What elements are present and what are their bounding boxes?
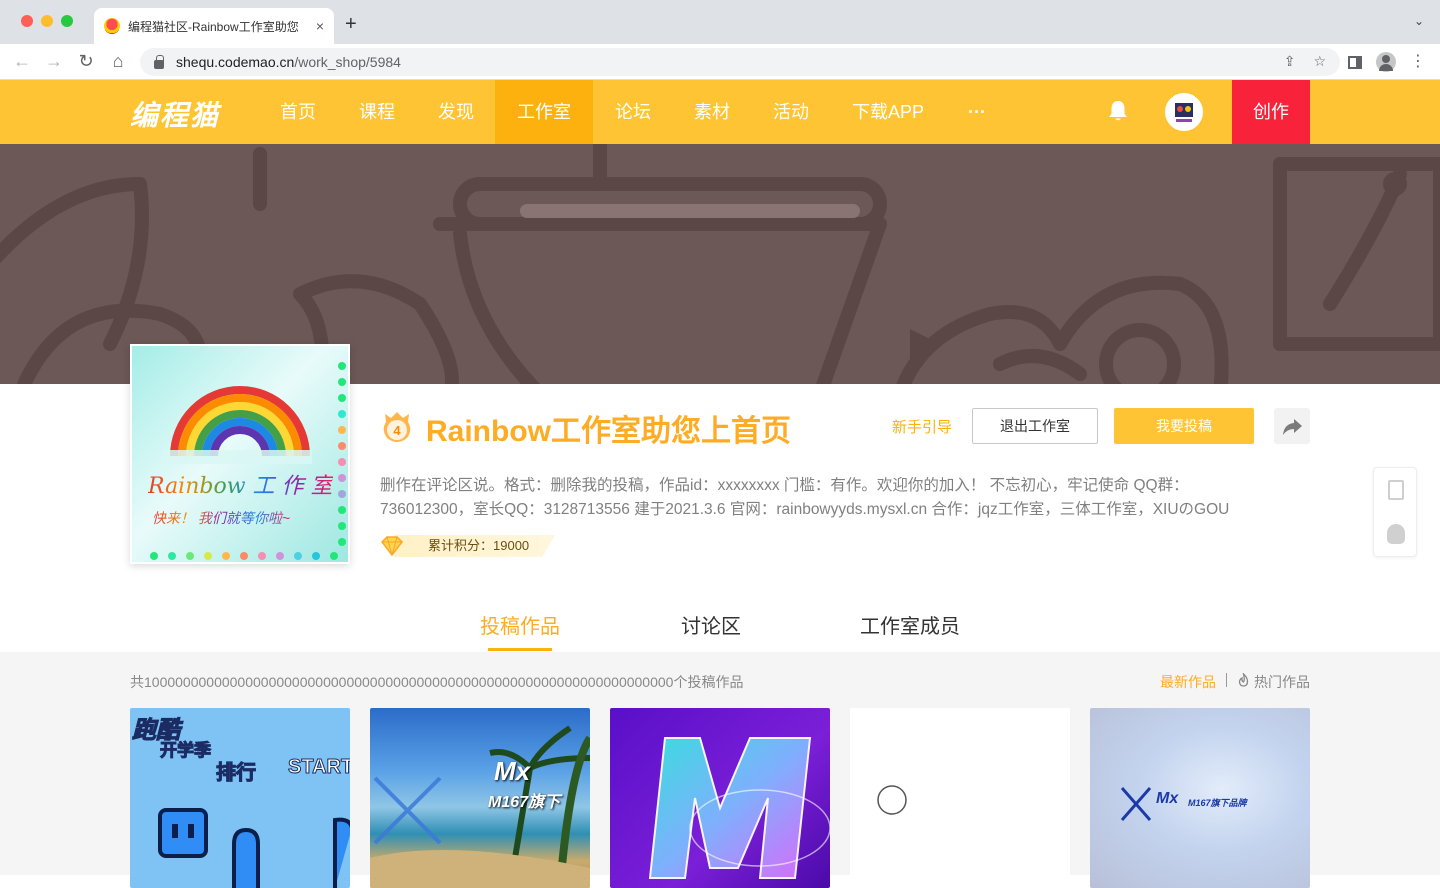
- browser-extensions: ⋮: [1348, 52, 1426, 72]
- address-bar[interactable]: shequ.codemao.cn /work_shop/5984 ⇪ ☆: [140, 48, 1340, 76]
- submit-work-button[interactable]: 我要投稿: [1114, 408, 1254, 444]
- work-card-text: Mx: [1156, 790, 1179, 807]
- back-icon[interactable]: ←: [11, 51, 33, 72]
- cover-title: Rainbow 工 作 室: [148, 468, 333, 500]
- browser-tab[interactable]: 编程猫社区-Rainbow工作室助您 ×: [94, 8, 334, 44]
- browser-menu-icon[interactable]: ⋮: [1410, 54, 1426, 70]
- studio-level-badge-icon: 4: [383, 412, 411, 442]
- side-panel-icon[interactable]: [1348, 55, 1362, 69]
- new-tab-button[interactable]: +: [345, 13, 357, 36]
- browser-tab-bar: 编程猫社区-Rainbow工作室助您 × + ⌄: [0, 0, 1440, 44]
- nav-materials[interactable]: 素材: [676, 80, 748, 144]
- work-thumbnail-art: [158, 808, 350, 888]
- url-host: shequ.codemao.cn: [176, 54, 295, 70]
- bookmark-star-icon[interactable]: ☆: [1313, 53, 1326, 70]
- cover-subtitle: 快来！ 我们就等你啦~: [152, 510, 291, 526]
- reload-icon[interactable]: ↻: [75, 51, 97, 72]
- work-card-text: Mx: [494, 756, 531, 786]
- nav-download-app[interactable]: 下载APP: [845, 80, 931, 144]
- studio-title: Rainbow工作室助您上首页: [426, 415, 791, 448]
- share-page-icon[interactable]: ⇪: [1284, 53, 1296, 70]
- works-section: 共100000000000000000000000000000000000000…: [0, 652, 1440, 888]
- nav-studio[interactable]: 工作室: [495, 80, 593, 144]
- site-header: 编程猫 首页 课程 发现 工作室 论坛 素材 活动 下载APP ···: [0, 80, 1440, 144]
- work-card[interactable]: [850, 708, 1070, 888]
- sort-divider: [1226, 673, 1227, 687]
- tab-submitted-works[interactable]: 投稿作品: [480, 610, 560, 639]
- fire-icon: [1238, 673, 1249, 687]
- work-card-text: M167旗下品牌: [1188, 798, 1247, 808]
- guide-link[interactable]: 新手引导: [892, 416, 952, 437]
- nav-home[interactable]: 首页: [262, 80, 334, 144]
- create-button[interactable]: 创作: [1232, 80, 1310, 144]
- loading-circle-icon: [877, 785, 907, 815]
- studio-cover-image: Rainbow 工 作 室 快来！ 我们就等你啦~: [130, 344, 350, 564]
- tab-discussion[interactable]: 讨论区: [681, 610, 741, 639]
- omnibox-actions: ⇪ ☆: [1284, 53, 1326, 70]
- studio-description: 删作在评论区说。格式：删除我的投稿，作品id：xxxxxxxx 门槛：有作。欢迎…: [380, 477, 1230, 518]
- home-icon[interactable]: ⌂: [107, 51, 129, 72]
- bell-icon[interactable]: [1108, 100, 1128, 122]
- site-logo[interactable]: 编程猫: [130, 94, 220, 134]
- profile-icon[interactable]: [1376, 52, 1396, 72]
- tab-members[interactable]: 工作室成员: [860, 610, 960, 639]
- nav-activities[interactable]: 活动: [755, 80, 827, 144]
- work-card-text: M167旗下: [488, 794, 561, 811]
- window-close-button[interactable]: [21, 15, 33, 27]
- diamond-icon: [381, 536, 403, 556]
- mobile-icon[interactable]: [1388, 480, 1404, 500]
- share-icon: [1283, 419, 1302, 435]
- tab-search-icon[interactable]: ⌄: [1414, 14, 1424, 28]
- work-card[interactable]: 跑酷 开学季 排行 START: [130, 708, 350, 888]
- nav-forum[interactable]: 论坛: [597, 80, 669, 144]
- tab-close-icon[interactable]: ×: [316, 18, 324, 34]
- user-avatar[interactable]: [1165, 93, 1203, 131]
- lock-icon[interactable]: [154, 54, 164, 69]
- favicon-icon: [104, 18, 120, 34]
- url-path: /work_shop/5984: [294, 54, 401, 70]
- browser-tab-title: 编程猫社区-Rainbow工作室助您: [128, 19, 299, 34]
- work-card[interactable]: [610, 708, 830, 888]
- quit-studio-button[interactable]: 退出工作室: [972, 408, 1098, 444]
- studio-score: 累计积分：19000: [380, 534, 556, 558]
- nav-discover[interactable]: 发现: [420, 80, 492, 144]
- sort-hottest[interactable]: 热门作品: [1254, 672, 1310, 692]
- window-zoom-button[interactable]: [61, 15, 73, 27]
- share-button[interactable]: [1274, 408, 1310, 444]
- works-count: 共100000000000000000000000000000000000000…: [130, 674, 744, 690]
- sort-newest[interactable]: 最新作品: [1160, 672, 1216, 692]
- browser-toolbar: ← → ↻ ⌂ shequ.codemao.cn /work_shop/5984…: [0, 44, 1440, 80]
- tab-active-indicator: [488, 648, 552, 651]
- work-card[interactable]: Mx M167旗下品牌: [1090, 708, 1310, 888]
- studio-level-number: 4: [393, 423, 401, 438]
- score-label: 累计积分：19000: [394, 535, 556, 557]
- studio-tabs: 投稿作品 讨论区 工作室成员: [0, 600, 1440, 652]
- work-thumbnail-art: [648, 737, 830, 879]
- cover-art: [150, 362, 346, 560]
- avatar-image: [1167, 95, 1201, 129]
- side-tools: [1373, 467, 1417, 557]
- nav-more[interactable]: ···: [955, 80, 999, 144]
- forward-icon[interactable]: →: [43, 51, 65, 72]
- nav-courses[interactable]: 课程: [341, 80, 413, 144]
- work-card[interactable]: Mx M167旗下: [370, 708, 590, 888]
- qq-icon[interactable]: [1387, 524, 1405, 544]
- window-minimize-button[interactable]: [41, 15, 53, 27]
